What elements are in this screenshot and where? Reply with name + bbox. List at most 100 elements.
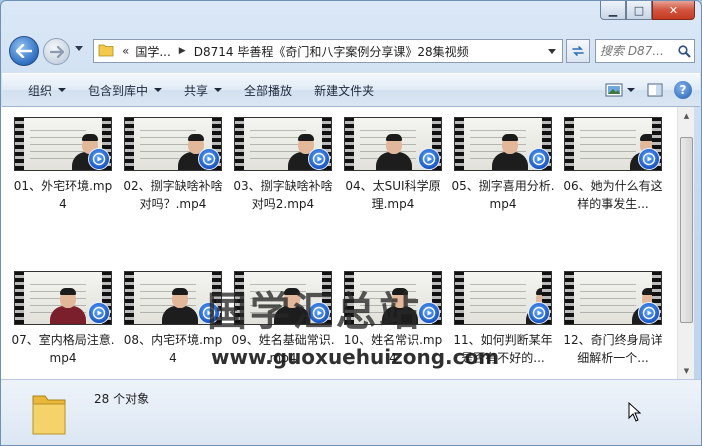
command-bar: 组织 包含到库中 共享 全部播放 新建文件夹 ? — [2, 73, 700, 107]
mouse-cursor-icon — [628, 402, 642, 422]
video-thumbnail — [14, 117, 112, 171]
folder-icon — [98, 43, 114, 60]
preview-pane-button[interactable] — [642, 78, 668, 102]
play-all-button[interactable]: 全部播放 — [233, 77, 303, 103]
close-button[interactable]: ✕ — [652, 1, 695, 20]
view-controls: ? — [600, 78, 692, 102]
video-thumbnail — [564, 271, 662, 325]
breadcrumb-item[interactable]: 国学... — [135, 43, 170, 60]
presenter-figure — [162, 286, 198, 324]
file-item[interactable]: 05、捌字喜用分析.mp4 — [451, 117, 555, 213]
change-view-button[interactable] — [600, 78, 640, 102]
file-name: 06、她为什么有这样的事发生... — [563, 179, 663, 211]
media-player-icon — [528, 148, 550, 170]
film-strip-edge — [345, 118, 354, 170]
forward-arrow-icon — [49, 45, 64, 58]
back-button[interactable] — [9, 36, 39, 66]
address-dropdown[interactable] — [548, 49, 556, 54]
breadcrumb-overflow[interactable]: « — [122, 44, 129, 58]
watermark-cn: 国学汇总站 — [207, 289, 422, 335]
preview-pane-icon — [647, 83, 663, 97]
file-item[interactable]: 02、捌字缺啥补啥对吗？.mp4 — [121, 117, 225, 213]
film-strip-edge — [15, 272, 24, 324]
folder-icon — [29, 386, 69, 441]
film-strip-edge — [565, 118, 574, 170]
include-in-library-menu[interactable]: 包含到库中 — [77, 77, 173, 103]
search-icon[interactable] — [678, 44, 691, 58]
video-thumbnail — [124, 117, 222, 171]
search-box[interactable] — [595, 39, 695, 63]
presenter-figure — [50, 286, 86, 324]
refresh-button[interactable] — [566, 39, 590, 63]
details-pane: 28 个对象 — [1, 379, 701, 445]
share-label: 共享 — [184, 83, 209, 98]
minimize-button[interactable]: ▁ — [600, 1, 626, 20]
new-folder-button[interactable]: 新建文件夹 — [303, 77, 385, 103]
film-strip-edge — [565, 272, 574, 324]
chevron-down-icon — [154, 88, 163, 92]
file-name: 01、外宅环境.mp4 — [13, 179, 113, 211]
search-input[interactable] — [600, 44, 678, 58]
video-thumbnail — [234, 117, 332, 171]
file-name: 03、捌字缺啥补啥对吗2.mp4 — [233, 179, 333, 211]
file-name: 12、奇门终身局详细解析一个... — [563, 333, 663, 365]
presenter-figure — [376, 132, 412, 170]
media-player-icon — [528, 302, 550, 324]
file-item[interactable]: 06、她为什么有这样的事发生... — [561, 117, 665, 213]
file-name: 05、捌字喜用分析.mp4 — [451, 179, 555, 211]
media-player-icon — [198, 148, 220, 170]
presenter-figure — [492, 132, 528, 170]
share-menu[interactable]: 共享 — [173, 77, 233, 103]
file-item[interactable]: 01、外宅环境.mp4 — [11, 117, 115, 213]
whiteboard-writing — [580, 278, 636, 318]
file-item[interactable]: 03、捌字缺啥补啥对吗2.mp4 — [231, 117, 335, 213]
video-thumbnail — [14, 271, 112, 325]
video-thumbnail — [344, 117, 442, 171]
forward-button[interactable] — [43, 38, 70, 65]
refresh-icon — [572, 46, 584, 56]
maximize-button[interactable]: □ — [626, 1, 652, 20]
chevron-down-icon — [58, 88, 67, 92]
film-strip-edge — [455, 272, 464, 324]
film-strip-edge — [125, 272, 134, 324]
recent-pages-dropdown[interactable] — [75, 46, 83, 51]
film-strip-edge — [235, 118, 244, 170]
scroll-up-arrow-icon[interactable]: ▲ — [678, 107, 695, 124]
file-list-pane[interactable]: 01、外宅环境.mp4 02、捌字缺啥补啥对吗？.mp4 03、捌字缺啥补啥对吗2.… — [1, 107, 677, 379]
film-strip-edge — [15, 118, 24, 170]
media-player-icon — [308, 148, 330, 170]
item-count: 28 个对象 — [94, 392, 150, 406]
watermark-url: www.guoxuehuizong.com — [211, 345, 500, 369]
file-name: 07、室内格局注意.mp4 — [11, 333, 115, 365]
chevron-down-icon — [627, 88, 635, 92]
scroll-down-arrow-icon[interactable]: ▼ — [678, 362, 695, 379]
film-strip-edge — [455, 118, 464, 170]
media-player-icon — [638, 302, 660, 324]
whiteboard-writing — [580, 124, 636, 164]
file-item[interactable]: 12、奇门终身局详细解析一个... — [561, 271, 665, 367]
view-icon — [605, 83, 623, 97]
file-item[interactable]: 07、室内格局注意.mp4 — [11, 271, 115, 367]
address-bar[interactable]: « 国学... ▶ D8714 毕善程《奇门和八字案例分享课》28集视频 — [93, 39, 563, 63]
navigation-bar: « 国学... ▶ D8714 毕善程《奇门和八字案例分享课》28集视频 — [9, 34, 695, 66]
video-thumbnail — [454, 117, 552, 171]
file-item[interactable]: 04、太SUI科学原理.mp4 — [341, 117, 445, 213]
breadcrumb-item-current[interactable]: D8714 毕善程《奇门和八字案例分享课》28集视频 — [194, 43, 469, 60]
file-name: 02、捌字缺啥补啥对吗？.mp4 — [123, 179, 223, 211]
organize-label: 组织 — [28, 83, 53, 98]
chevron-down-icon — [214, 88, 223, 92]
scrollbar-thumb[interactable] — [680, 137, 693, 323]
media-player-icon — [418, 148, 440, 170]
video-thumbnail — [454, 271, 552, 325]
help-button[interactable]: ? — [674, 81, 692, 99]
media-player-icon — [88, 302, 110, 324]
video-thumbnail — [564, 117, 662, 171]
media-player-icon — [638, 148, 660, 170]
include-in-library-label: 包含到库中 — [88, 83, 149, 98]
vertical-scrollbar[interactable]: ▲ ▼ — [677, 107, 694, 379]
back-arrow-icon — [16, 44, 32, 58]
organize-menu[interactable]: 组织 — [17, 77, 77, 103]
caption-buttons: ▁ □ ✕ — [600, 1, 695, 20]
film-strip-edge — [125, 118, 134, 170]
breadcrumb-separator-icon[interactable]: ▶ — [179, 46, 186, 56]
